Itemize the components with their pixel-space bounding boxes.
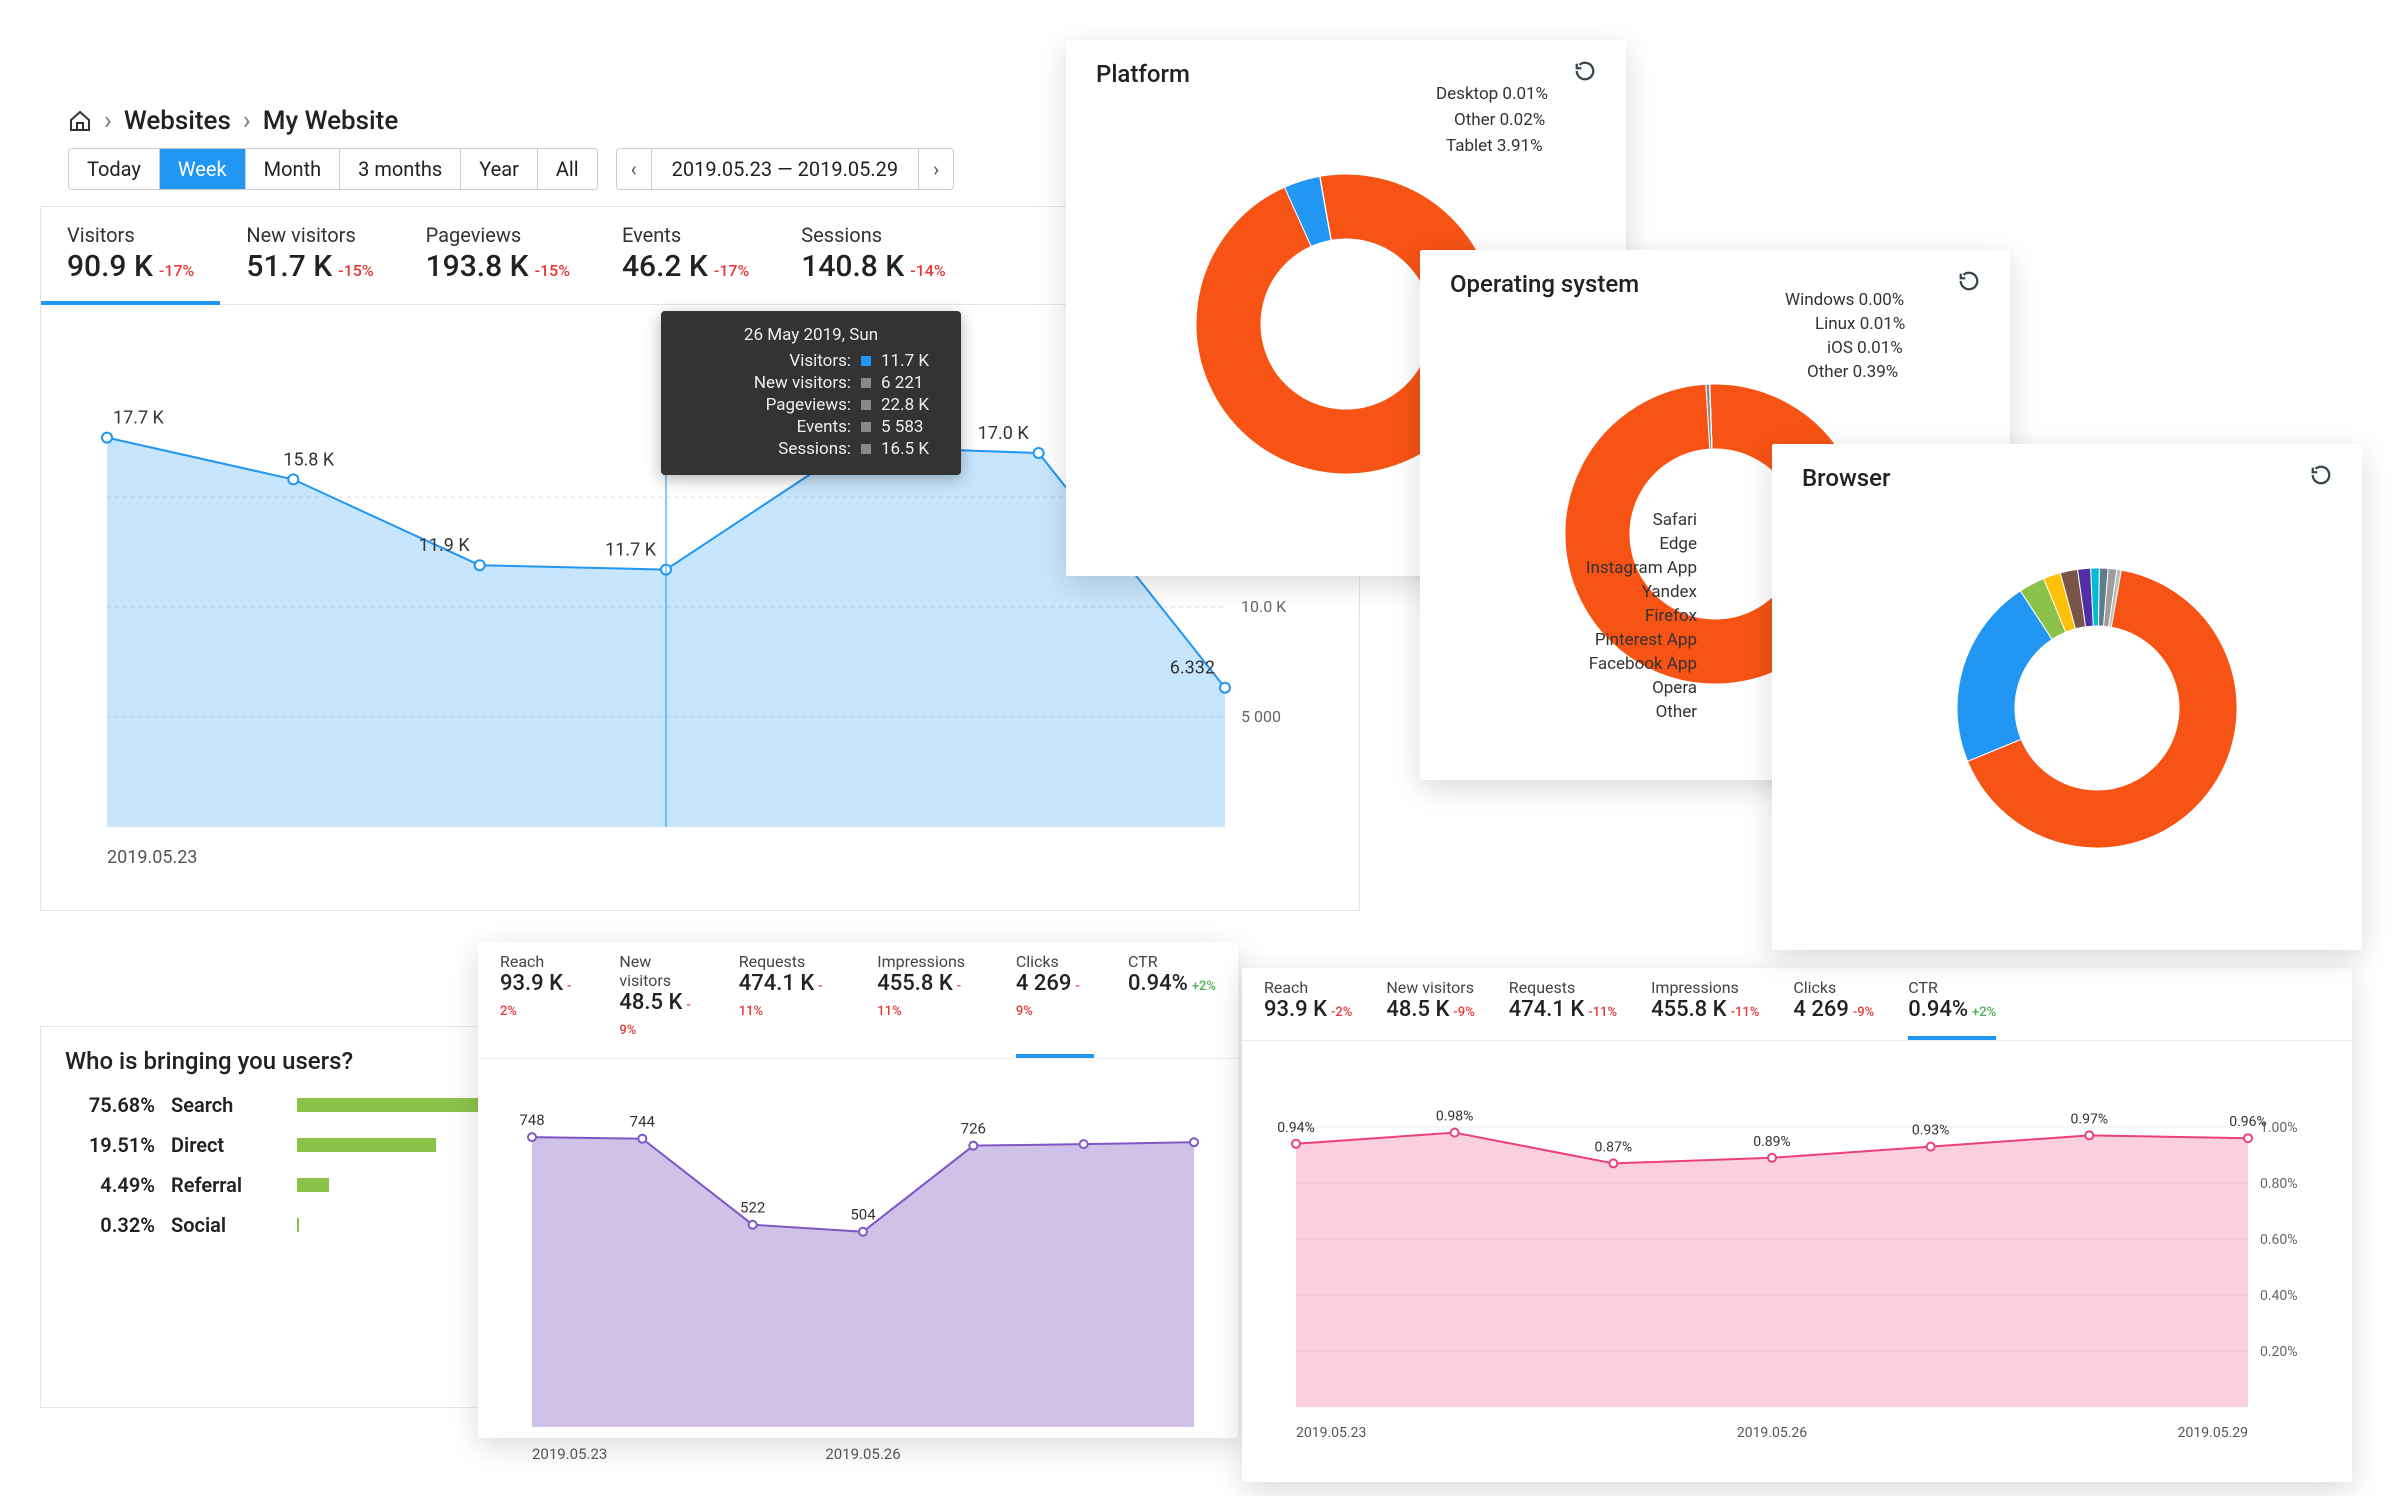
substat-clicks[interactable]: Clicks 4 269-9% — [1793, 978, 1874, 1030]
substat-requests[interactable]: Requests 474.1 K-11% — [739, 952, 844, 1048]
svg-text:0.20%: 0.20% — [2260, 1344, 2298, 1360]
substat-clicks[interactable]: Clicks 4 269-9% — [1016, 952, 1094, 1048]
substat-ctr[interactable]: CTR 0.94%+2% — [1908, 978, 1996, 1030]
svg-text:522: 522 — [740, 1199, 765, 1217]
stat-pageviews[interactable]: Pageviews 193.8 K-15% — [400, 207, 596, 304]
daterange-nav: ‹ 2019.05.23 — 2019.05.29 › — [616, 148, 955, 190]
ctr-chart[interactable]: 0.20%0.40%0.60%0.80%1.00%0.94%0.98%0.87%… — [1242, 1041, 2352, 1482]
svg-text:0.40%: 0.40% — [2260, 1288, 2298, 1304]
stat-visitors[interactable]: Visitors 90.9 K-17% — [41, 207, 220, 304]
breadcrumb-websites[interactable]: Websites — [124, 106, 231, 136]
breadcrumb-sep: › — [104, 106, 112, 136]
platform-title: Platform — [1096, 60, 1190, 88]
browser-card: Browser SafariEdgeInstagram AppYandexFir… — [1772, 444, 2362, 950]
range-tab-3-months[interactable]: 3 months — [340, 149, 461, 189]
svg-text:744: 744 — [630, 1113, 656, 1131]
svg-text:0.60%: 0.60% — [2260, 1232, 2298, 1248]
home-icon[interactable] — [68, 109, 92, 133]
clicks-card: Reach 93.9 K-2% New visitors 48.5 K-9% Req… — [478, 942, 1238, 1438]
browser-donut[interactable]: SafariEdgeInstagram AppYandexFirefoxPint… — [1796, 498, 2338, 898]
substat-impressions[interactable]: Impressions 455.8 K-11% — [877, 952, 982, 1048]
substat-requests[interactable]: Requests 474.1 K-11% — [1509, 978, 1617, 1030]
stat-events[interactable]: Events 46.2 K-17% — [596, 207, 775, 304]
svg-text:0.98%: 0.98% — [1436, 1109, 1474, 1125]
stat-new-visitors[interactable]: New visitors 51.7 K-15% — [220, 207, 399, 304]
svg-text:17.0 K: 17.0 K — [978, 423, 1030, 444]
svg-text:504: 504 — [850, 1206, 876, 1224]
svg-text:11.9 K: 11.9 K — [419, 535, 471, 556]
substat-impressions[interactable]: Impressions 455.8 K-11% — [1651, 978, 1759, 1030]
substat-reach[interactable]: Reach 93.9 K-2% — [1264, 978, 1352, 1030]
next-range-button[interactable]: › — [918, 149, 953, 189]
browser-title: Browser — [1802, 464, 1890, 492]
svg-text:0.97%: 0.97% — [2071, 1111, 2109, 1127]
svg-text:0.94%: 0.94% — [1277, 1120, 1315, 1136]
svg-text:6.332: 6.332 — [1170, 658, 1215, 679]
substat-new-visitors[interactable]: New visitors 48.5 K-9% — [1386, 978, 1474, 1030]
svg-text:2019.05.23: 2019.05.23 — [1296, 1425, 1366, 1441]
breadcrumb-site[interactable]: My Website — [263, 106, 399, 136]
svg-text:11.7 K: 11.7 K — [605, 540, 657, 561]
daterange-display[interactable]: 2019.05.23 — 2019.05.29 — [652, 149, 918, 189]
range-tab-week[interactable]: Week — [160, 149, 246, 189]
svg-text:2019.05.23: 2019.05.23 — [532, 1445, 607, 1463]
reload-icon[interactable] — [2310, 464, 2332, 492]
reload-icon[interactable] — [1574, 60, 1596, 88]
daterange-tabs: TodayWeekMonth3 monthsYearAll — [68, 148, 598, 190]
svg-text:748: 748 — [519, 1111, 544, 1129]
svg-text:2019.05.26: 2019.05.26 — [1737, 1425, 1807, 1441]
ctr-stats-row: Reach 93.9 K-2% New visitors 48.5 K-9% Req… — [1242, 968, 2352, 1041]
prev-range-button[interactable]: ‹ — [617, 149, 652, 189]
svg-text:726: 726 — [961, 1120, 986, 1138]
svg-text:5 000: 5 000 — [1241, 707, 1281, 726]
svg-text:0.87%: 0.87% — [1595, 1139, 1633, 1155]
ctr-card: Reach 93.9 K-2% New visitors 48.5 K-9% Req… — [1242, 968, 2352, 1482]
svg-text:0.89%: 0.89% — [1753, 1134, 1791, 1150]
svg-text:2019.05.23: 2019.05.23 — [107, 847, 197, 868]
svg-text:15.8 K: 15.8 K — [283, 449, 335, 470]
range-tab-today[interactable]: Today — [69, 149, 160, 189]
svg-text:17.7 K: 17.7 K — [113, 408, 165, 429]
range-tab-all[interactable]: All — [538, 149, 597, 189]
chart-tooltip: 26 May 2019, SunVisitors:11.7 KNew visit… — [661, 311, 961, 475]
clicks-chart[interactable]: 748 744 522 504 726 2019.05.23 2019.05.26 — [478, 1059, 1238, 1496]
clicks-stats-row: Reach 93.9 K-2% New visitors 48.5 K-9% Req… — [478, 942, 1238, 1059]
svg-text:0.80%: 0.80% — [2260, 1176, 2298, 1192]
svg-text:2019.05.29: 2019.05.29 — [2178, 1425, 2248, 1441]
range-tab-year[interactable]: Year — [461, 149, 538, 189]
os-title: Operating system — [1450, 270, 1639, 298]
range-tab-month[interactable]: Month — [246, 149, 340, 189]
svg-text:0.96%: 0.96% — [2229, 1114, 2267, 1130]
reload-icon[interactable] — [1958, 270, 1980, 298]
svg-text:10.0 K: 10.0 K — [1241, 597, 1287, 616]
breadcrumb-sep: › — [243, 106, 251, 136]
substat-reach[interactable]: Reach 93.9 K-2% — [500, 952, 585, 1048]
substat-ctr[interactable]: CTR 0.94%+2% — [1128, 952, 1216, 1048]
substat-new-visitors[interactable]: New visitors 48.5 K-9% — [619, 952, 704, 1048]
stat-sessions[interactable]: Sessions 140.8 K-14% — [775, 207, 971, 304]
svg-text:2019.05.26: 2019.05.26 — [825, 1445, 900, 1463]
svg-text:0.93%: 0.93% — [1912, 1123, 1950, 1139]
